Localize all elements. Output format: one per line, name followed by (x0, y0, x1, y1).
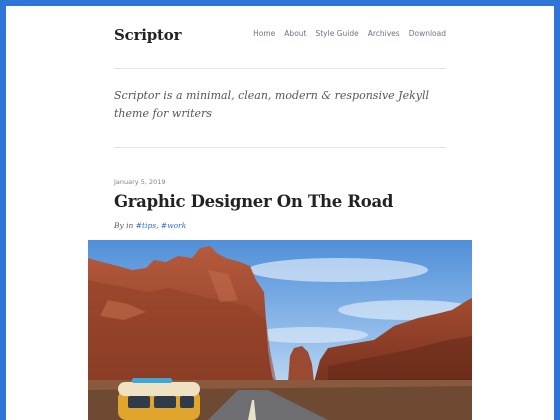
nav-link-style-guide[interactable]: Style Guide (315, 29, 358, 38)
nav-link-about[interactable]: About (284, 29, 306, 38)
nav-link-home[interactable]: Home (253, 29, 275, 38)
post-hero-image[interactable] (88, 240, 472, 420)
nav-link-download[interactable]: Download (409, 29, 446, 38)
post-meta: By in #tips, #work (114, 221, 186, 230)
main-nav: Home About Style Guide Archives Download (253, 29, 446, 38)
divider-top (114, 68, 446, 69)
divider-bottom (114, 147, 446, 148)
post-title[interactable]: Graphic Designer On The Road (114, 192, 393, 211)
site-title[interactable]: Scriptor (114, 26, 181, 44)
tag-link-work[interactable]: #work (161, 221, 186, 230)
tag-link-tips[interactable]: #tips (136, 221, 156, 230)
post-date: January 5, 2019 (114, 178, 166, 186)
site-header: Scriptor Home About Style Guide Archives… (114, 26, 446, 54)
site-tagline: Scriptor is a minimal, clean, modern & r… (114, 89, 430, 120)
post-byline: By in (114, 221, 134, 230)
nav-link-archives[interactable]: Archives (368, 29, 400, 38)
page: Scriptor Home About Style Guide Archives… (6, 6, 554, 420)
